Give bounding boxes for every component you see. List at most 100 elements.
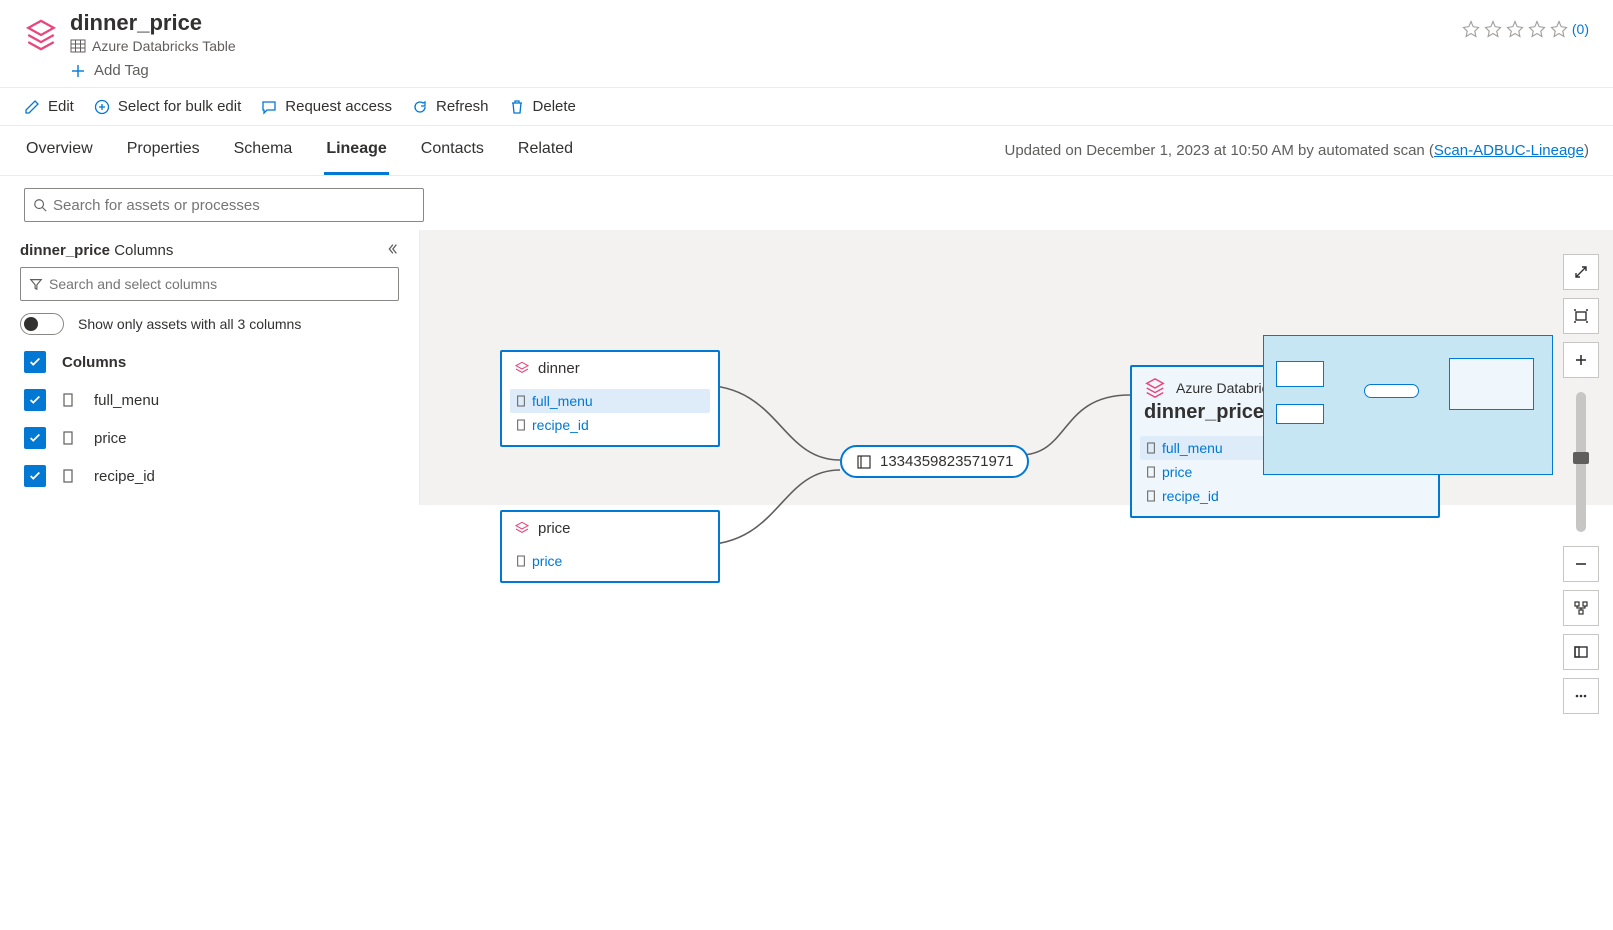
rating-count: (0)	[1572, 21, 1589, 37]
node-price[interactable]: price price	[500, 510, 720, 583]
column-row-recipe-id[interactable]: recipe_id	[20, 459, 399, 493]
node-title: price	[538, 520, 571, 537]
check-icon	[28, 431, 42, 445]
plus-icon	[1573, 352, 1589, 368]
slider-thumb[interactable]	[1573, 452, 1589, 464]
sidebar-title: dinner_price Columns	[20, 242, 173, 259]
header-info: dinner_price Azure Databricks Table Add …	[70, 10, 1462, 79]
asset-search-input[interactable]	[53, 197, 415, 214]
column-icon	[62, 468, 74, 484]
node-col-recipe-id[interactable]: recipe_id	[1140, 484, 1430, 508]
filter-icon	[29, 277, 43, 291]
updated-prefix: Updated on December 1, 2023 at 10:50 AM …	[1004, 142, 1433, 159]
layout-icon	[1573, 600, 1589, 616]
column-icon	[516, 394, 526, 408]
node-header: dinner	[502, 352, 718, 385]
tab-schema[interactable]: Schema	[232, 126, 295, 175]
request-access-button[interactable]: Request access	[261, 98, 392, 115]
node-dinner[interactable]: dinner full_menu recipe_id	[500, 350, 720, 447]
bulk-edit-button[interactable]: Select for bulk edit	[94, 98, 241, 115]
delete-button[interactable]: Delete	[509, 98, 576, 115]
tab-lineage[interactable]: Lineage	[324, 126, 388, 175]
tab-overview[interactable]: Overview	[24, 126, 95, 175]
node-header: price	[502, 512, 718, 545]
column-search-input[interactable]	[49, 276, 390, 292]
sidebar-title-rest: Columns	[110, 242, 173, 259]
col-label: full_menu	[1162, 440, 1223, 456]
sidebar-title-strong: dinner_price	[20, 242, 110, 259]
column-list: Columns full_menu price recipe_id	[20, 345, 399, 493]
column-icon	[1146, 441, 1156, 455]
lineage-canvas[interactable]: dinner full_menu recipe_id price price 1…	[420, 230, 1613, 505]
column-label: full_menu	[94, 392, 159, 409]
fit-button[interactable]	[1563, 298, 1599, 334]
page-header: dinner_price Azure Databricks Table Add …	[0, 0, 1613, 88]
column-row-full-menu[interactable]: full_menu	[20, 383, 399, 417]
layout-button[interactable]	[1563, 590, 1599, 626]
dataset-icon	[514, 521, 530, 537]
node-col-full-menu[interactable]: full_menu	[510, 389, 710, 413]
star-icon	[1506, 20, 1524, 38]
columns-header-label: Columns	[62, 354, 126, 371]
asset-title: dinner_price	[70, 10, 1462, 36]
plus-icon	[70, 63, 86, 79]
column-icon	[1146, 489, 1156, 503]
tab-contacts[interactable]: Contacts	[419, 126, 486, 175]
checkbox-recipe-id[interactable]	[24, 465, 46, 487]
col-label: recipe_id	[532, 417, 589, 433]
column-icon	[62, 430, 74, 446]
scan-link[interactable]: Scan-ADBUC-Lineage	[1434, 142, 1584, 159]
delete-label: Delete	[533, 98, 576, 115]
select-all-checkbox[interactable]	[24, 351, 46, 373]
node-col-price[interactable]: price	[510, 549, 710, 573]
node-col-recipe-id[interactable]: recipe_id	[510, 413, 710, 437]
column-icon	[516, 554, 526, 568]
comment-icon	[261, 99, 277, 115]
node-title: dinner	[538, 360, 580, 377]
more-button[interactable]	[1563, 678, 1599, 714]
col-label: recipe_id	[1162, 488, 1219, 504]
tabs-row: Overview Properties Schema Lineage Conta…	[0, 126, 1613, 176]
columns-sidebar: dinner_price Columns Show only assets wi…	[0, 230, 420, 505]
checkbox-price[interactable]	[24, 427, 46, 449]
zoom-out-button[interactable]	[1563, 546, 1599, 582]
dataset-icon	[1144, 377, 1166, 399]
fullscreen-button[interactable]	[1563, 254, 1599, 290]
column-row-price[interactable]: price	[20, 421, 399, 455]
col-label: price	[532, 553, 562, 569]
mini-node	[1276, 361, 1324, 387]
show-all-columns-toggle[interactable]	[20, 313, 64, 335]
tab-related[interactable]: Related	[516, 126, 575, 175]
updated-suffix: )	[1584, 142, 1589, 159]
fit-icon	[1573, 308, 1589, 324]
minimap[interactable]	[1263, 335, 1553, 475]
zoom-in-button[interactable]	[1563, 342, 1599, 378]
edit-button[interactable]: Edit	[24, 98, 74, 115]
checkbox-full-menu[interactable]	[24, 389, 46, 411]
asset-search[interactable]	[24, 188, 424, 222]
process-node[interactable]: 1334359823571971	[840, 445, 1029, 478]
chevron-left-icon	[385, 242, 399, 256]
zoom-slider[interactable]	[1576, 392, 1586, 532]
tab-properties[interactable]: Properties	[125, 126, 202, 175]
star-icon	[1462, 20, 1480, 38]
star-icon	[1484, 20, 1502, 38]
process-id: 1334359823571971	[880, 453, 1013, 470]
asset-type: Azure Databricks Table	[70, 38, 1462, 54]
node-columns: full_menu recipe_id	[502, 385, 718, 445]
canvas-controls	[1563, 254, 1599, 714]
collapse-sidebar-button[interactable]	[385, 242, 399, 259]
mini-target	[1449, 358, 1534, 410]
column-label: recipe_id	[94, 468, 155, 485]
minimap-toggle-button[interactable]	[1563, 634, 1599, 670]
add-tag-button[interactable]: Add Tag	[70, 62, 1462, 79]
column-label: price	[94, 430, 127, 447]
column-icon	[516, 418, 526, 432]
process-icon	[856, 454, 872, 470]
main-split: dinner_price Columns Show only assets wi…	[0, 230, 1613, 505]
rating[interactable]: (0)	[1462, 20, 1589, 38]
refresh-icon	[412, 99, 428, 115]
refresh-button[interactable]: Refresh	[412, 98, 489, 115]
column-search[interactable]	[20, 267, 399, 301]
toolbar: Edit Select for bulk edit Request access…	[0, 88, 1613, 126]
